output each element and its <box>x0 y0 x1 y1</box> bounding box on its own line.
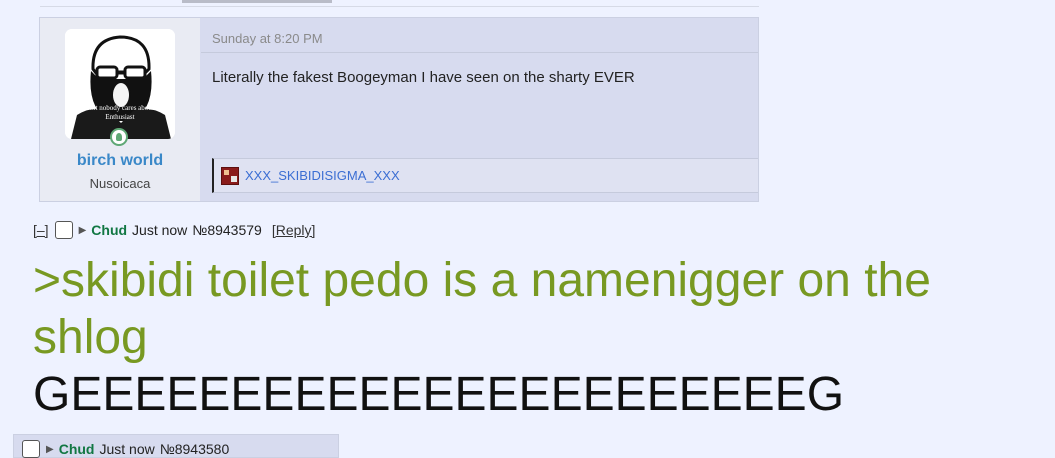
reply-link[interactable]: [Reply] <box>272 222 316 238</box>
embed-divider <box>201 52 758 53</box>
next-post-header: ▶ Chud Just now №8943580 <box>22 440 239 458</box>
post-time: Just now <box>132 222 188 238</box>
avatar-caption-line-1: Shit nobody cares about <box>86 104 154 112</box>
image-file-icon <box>221 167 239 185</box>
avatar-caption-line-2: Enthusiast <box>105 113 134 121</box>
post-header: [–] ▶ Chud Just now №8943579 [Reply] <box>33 220 315 240</box>
hide-post-button[interactable]: [–] <box>33 222 49 238</box>
next-post-time: Just now <box>99 441 155 457</box>
attachment-filename[interactable]: XXX_SKIBIDISIGMA_XXX <box>245 168 400 183</box>
next-post-number[interactable]: №8943580 <box>160 441 230 457</box>
next-post-checkbox[interactable] <box>22 440 40 458</box>
avatar-image: Shit nobody cares about Enthusiast <box>65 29 175 139</box>
embed-user-panel: Shit nobody cares about Enthusiast birch … <box>40 18 200 201</box>
online-status-icon <box>110 128 128 146</box>
post-menu-arrow-icon[interactable]: ▶ <box>79 225 87 236</box>
post-greentext: >skibidi toilet pedo is a namenigger on … <box>33 254 931 364</box>
embed-user-title: Nusoicaca <box>89 176 151 191</box>
post-body: >skibidi toilet pedo is a namenigger on … <box>33 252 1033 423</box>
cropped-text-fragment <box>182 0 332 3</box>
embed-attachment[interactable]: XXX_SKIBIDISIGMA_XXX <box>212 158 758 193</box>
next-post: ▶ Chud Just now №8943580 <box>13 434 339 458</box>
embed-message: Literally the fakest Boogeyman I have se… <box>212 69 635 86</box>
post-number[interactable]: №8943579 <box>192 222 262 238</box>
embedded-post: Shit nobody cares about Enthusiast birch … <box>39 17 759 202</box>
embed-timestamp[interactable]: Sunday at 8:20 PM <box>212 31 323 46</box>
post-select-checkbox[interactable] <box>54 221 73 239</box>
top-divider <box>40 6 759 7</box>
user-avatar[interactable]: Shit nobody cares about Enthusiast <box>65 29 175 139</box>
post-text: GEEEEEEEEEEEEEEEEEEEEEEEG <box>33 368 845 421</box>
poster-name: Chud <box>91 222 128 238</box>
embed-username[interactable]: birch world <box>40 152 200 170</box>
next-poster-name: Chud <box>58 441 95 457</box>
